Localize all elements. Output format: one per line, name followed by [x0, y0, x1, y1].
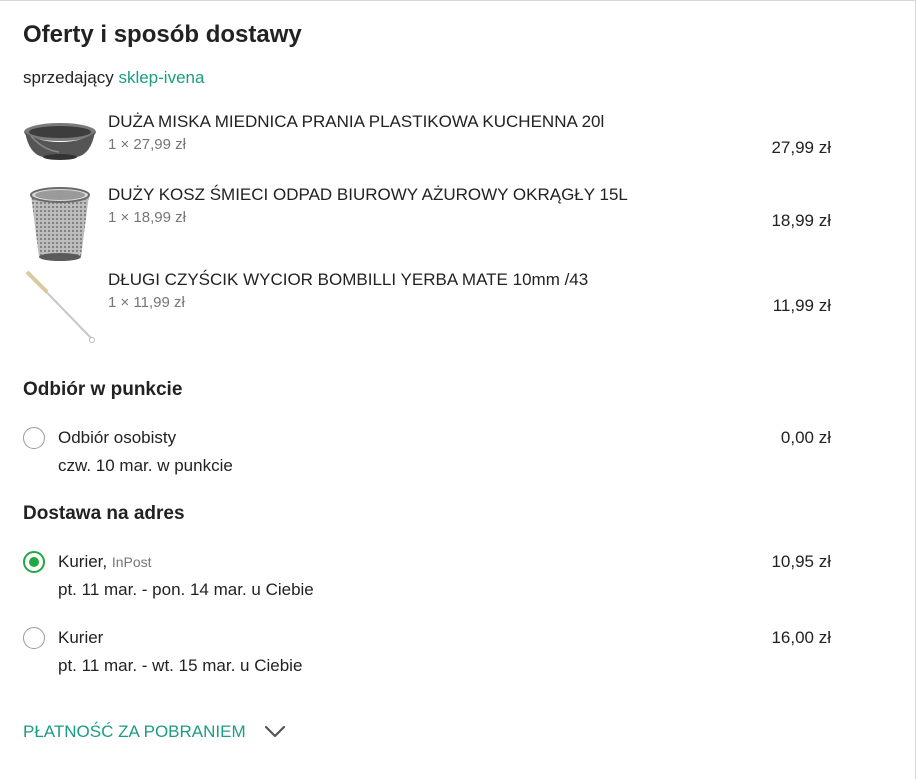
seller-line: sprzedający sklep-ivena [23, 68, 204, 88]
delivery-heading: Dostawa na adres [23, 503, 185, 524]
shipping-option-personal-pickup[interactable]: Odbiór osobisty czw. 10 mar. w punkcie 0… [23, 427, 843, 481]
option-price: 0,00 zł [780, 428, 831, 447]
product-quantity: 1 × 27,99 zł [108, 136, 186, 153]
seller-link[interactable]: sklep-ivena [118, 68, 204, 87]
option-name: Kurier [58, 628, 104, 647]
option-price: 10,95 zł [771, 552, 831, 571]
option-name: Odbiór osobisty [58, 428, 177, 447]
option-date: pt. 11 mar. - wt. 15 mar. u Ciebie [58, 656, 303, 675]
delivery-panel: Oferty i sposób dostawy sprzedający skle… [0, 1, 916, 779]
seller-prefix: sprzedający [23, 68, 114, 87]
page-title: Oferty i sposób dostawy [23, 21, 302, 48]
option-price: 16,00 zł [771, 628, 831, 647]
payment-label: PŁATNOŚĆ ZA POBRANIEM [23, 722, 246, 741]
radio-button[interactable] [23, 627, 45, 649]
option-carrier: InPost [111, 554, 152, 570]
radio-button[interactable] [23, 427, 45, 449]
wastebasket-image[interactable] [23, 185, 97, 261]
product-name[interactable]: DUŻY KOSZ ŚMIECI ODPAD BIUROWY AŻUROWY O… [108, 185, 628, 205]
product-item: DUŻA MISKA MIEDNICA PRANIA PLASTIKOWA KU… [23, 112, 843, 192]
shipping-option-courier-inpost[interactable]: Kurier, InPost pt. 11 mar. - pon. 14 mar… [23, 551, 843, 605]
chevron-down-icon [264, 725, 285, 738]
radio-button-selected[interactable] [23, 551, 45, 573]
basin-image[interactable] [23, 112, 97, 186]
pickup-heading: Odbiór w punkcie [23, 379, 183, 400]
product-price: 11,99 zł [772, 296, 831, 315]
brush-image[interactable] [23, 270, 97, 344]
product-name[interactable]: DŁUGI CZYŚCIK WYCIOR BOMBILLI YERBA MATE… [108, 270, 588, 290]
product-quantity: 1 × 18,99 zł [108, 209, 186, 226]
shipping-option-courier[interactable]: Kurier pt. 11 mar. - wt. 15 mar. u Ciebi… [23, 627, 843, 681]
product-name[interactable]: DUŻA MISKA MIEDNICA PRANIA PLASTIKOWA KU… [108, 112, 604, 132]
option-label: Kurier, InPost [58, 552, 152, 572]
option-date: pt. 11 mar. - pon. 14 mar. u Ciebie [58, 580, 314, 599]
product-item: DŁUGI CZYŚCIK WYCIOR BOMBILLI YERBA MATE… [23, 270, 843, 350]
product-price: 18,99 zł [771, 211, 831, 230]
product-price: 27,99 zł [771, 138, 831, 157]
payment-on-delivery-toggle[interactable]: PŁATNOŚĆ ZA POBRANIEM [23, 722, 286, 742]
option-name: Kurier, [58, 552, 108, 571]
option-date: czw. 10 mar. w punkcie [58, 456, 233, 475]
product-quantity: 1 × 11,99 zł [108, 294, 185, 311]
product-item: DUŻY KOSZ ŚMIECI ODPAD BIUROWY AŻUROWY O… [23, 185, 843, 265]
option-label: Odbiór osobisty [58, 428, 176, 448]
option-label: Kurier [58, 628, 103, 648]
